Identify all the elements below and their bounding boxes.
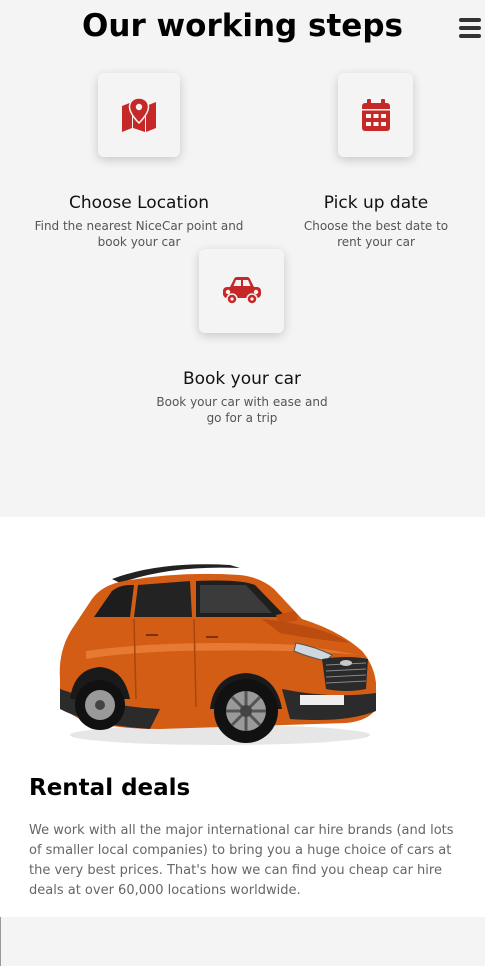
map-pin-icon	[122, 98, 156, 132]
step-desc-book: Book your car with ease and go for a tri…	[156, 395, 328, 425]
step-title-date: Pick up date	[323, 193, 429, 213]
step-title-book: Book your car	[182, 369, 302, 389]
suv-car-image	[50, 559, 380, 749]
step-title-location: Choose Location	[68, 193, 210, 213]
car-icon	[222, 277, 261, 305]
menu-bar	[459, 18, 481, 22]
rental-deals-section: Rental deals We work with all the major …	[0, 517, 485, 917]
section-title: Our working steps	[82, 8, 403, 44]
hamburger-menu-icon[interactable]	[459, 18, 481, 40]
location-icon-box	[98, 73, 180, 157]
working-steps-section: Our working steps Choose Location Find t…	[0, 0, 485, 517]
step-desc-date: Choose the best date to rent your car	[303, 219, 449, 249]
date-icon-box	[338, 73, 413, 157]
car-icon-box	[199, 249, 284, 333]
rental-deals-title: Rental deals	[29, 775, 191, 801]
menu-bar	[459, 34, 481, 38]
rental-deals-text: We work with all the major international…	[29, 823, 454, 898]
step-desc-location: Find the nearest NiceCar point and book …	[34, 219, 244, 249]
calendar-icon	[361, 99, 390, 131]
menu-bar	[459, 26, 481, 30]
